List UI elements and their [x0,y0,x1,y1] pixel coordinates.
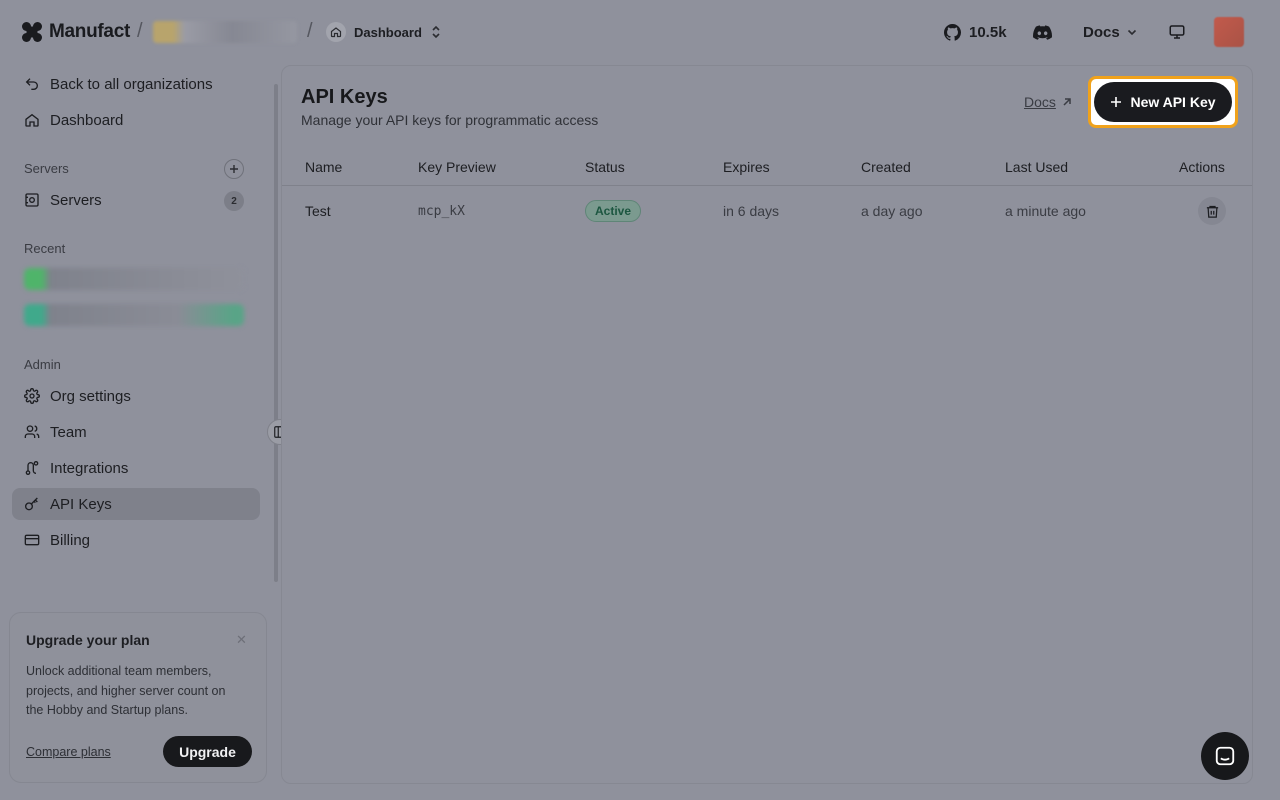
project-switcher[interactable]: Dashboard [326,20,442,44]
sidebar-item-api-keys[interactable]: API Keys [12,488,260,520]
column-header-name: Name [305,159,343,175]
docs-link-label: Docs [1024,94,1056,110]
sidebar-item-label: Integrations [50,459,129,477]
upgrade-title: Upgrade your plan [26,632,150,648]
new-api-key-button[interactable]: New API Key [1094,82,1232,122]
sidebar-item-team[interactable]: Team [12,416,260,448]
column-header-created: Created [861,159,911,175]
sidebar-item-label: Org settings [50,387,131,405]
recent-section-label: Recent [24,241,66,256]
home-icon [326,22,346,42]
sidebar-item-servers[interactable]: Servers [12,184,260,216]
discord-icon [1033,24,1052,40]
plus-icon [1111,97,1122,107]
upgrade-plan-card: Upgrade your plan ✕ Unlock additional te… [9,612,267,783]
key-last-used: a minute ago [1005,203,1086,219]
breadcrumb-dashboard: Dashboard [354,24,422,40]
theme-toggle[interactable] [1168,18,1186,46]
page-title: API Keys [301,86,388,108]
admin-section-label: Admin [24,357,61,372]
github-link[interactable]: 10.5k [944,18,1007,46]
column-header-status: Status [585,159,625,175]
breadcrumb-separator: / [137,20,143,42]
gear-icon [24,388,40,404]
undo-arrow-icon [25,78,38,90]
close-icon[interactable]: ✕ [236,632,247,648]
page-subtitle: Manage your API keys for programmatic ac… [301,112,599,128]
user-avatar[interactable] [1214,17,1244,47]
new-api-key-highlight: New API Key [1088,76,1238,128]
credit-card-icon [24,534,40,546]
recent-server-item[interactable] [24,268,244,290]
status-badge: Active [585,200,642,222]
plus-icon [230,165,238,173]
top-bar: Manufact / / Dashboard 10.5k Docs [0,0,1280,64]
github-icon [944,23,961,41]
add-server-button[interactable] [224,159,244,179]
server-icon [25,193,39,207]
column-header-last-used: Last Used [1005,159,1069,175]
back-to-organizations[interactable]: Back to all organizations [12,68,260,100]
key-created: a day ago [861,203,923,219]
sidebar-item-org-settings[interactable]: Org settings [12,380,260,412]
column-header-key-preview: Key Preview [418,159,496,175]
breadcrumb-separator: / [307,20,313,42]
org-switcher[interactable] [153,21,297,43]
chevrons-up-down-icon [432,25,440,39]
main-panel: API Keys Manage your API keys for progra… [281,65,1253,784]
brand-name: Manufact [49,21,130,42]
table-row: Test mcp_kX Active in 6 days a day ago a… [282,187,1252,235]
upgrade-button[interactable]: Upgrade [163,736,252,767]
back-label: Back to all organizations [50,75,213,93]
recent-server-item[interactable] [24,304,244,326]
chevron-down-icon [1127,29,1136,36]
docs-link[interactable]: Docs [1024,94,1073,110]
column-header-expires: Expires [723,159,770,175]
docs-menu-label: Docs [1083,23,1120,41]
new-api-key-label: New API Key [1130,94,1216,110]
sidebar-item-dashboard[interactable]: Dashboard [12,104,260,136]
compare-plans-link[interactable]: Compare plans [26,745,111,759]
docs-menu[interactable]: Docs [1083,18,1138,46]
servers-count-badge: 2 [224,191,244,211]
home-icon [25,113,39,127]
table-header: Name Key Preview Status Expires Created … [282,152,1252,186]
github-star-count: 10.5k [969,23,1007,41]
key-icon [25,497,38,511]
sidebar-item-billing[interactable]: Billing [12,524,260,556]
sidebar-item-label: API Keys [50,495,112,513]
discord-link[interactable] [1033,18,1052,46]
key-expires: in 6 days [723,203,780,219]
sidebar-item-label: Servers [50,191,102,209]
monitor-icon [1169,25,1185,39]
brand-logo[interactable]: Manufact [21,21,130,43]
key-name: Test [305,203,331,219]
sidebar-item-label: Team [50,423,87,441]
support-chat-button[interactable] [1201,732,1249,780]
sidebar-item-label: Dashboard [50,111,124,129]
route-icon [25,461,39,475]
sidebar-item-integrations[interactable]: Integrations [12,452,260,484]
column-header-actions: Actions [1179,159,1225,175]
sidebar-scrollbar[interactable] [274,84,278,582]
arrow-up-right-icon [1063,98,1071,106]
key-preview: mcp_kX [418,204,465,219]
delete-key-button[interactable] [1198,197,1226,225]
servers-section-label: Servers [24,161,69,176]
users-icon [24,425,40,438]
manufact-logo-icon [22,22,42,42]
chat-icon [1215,746,1235,766]
upgrade-description: Unlock additional team members, projects… [26,664,226,717]
trash-icon [1206,205,1218,218]
sidebar-item-label: Billing [50,531,91,549]
